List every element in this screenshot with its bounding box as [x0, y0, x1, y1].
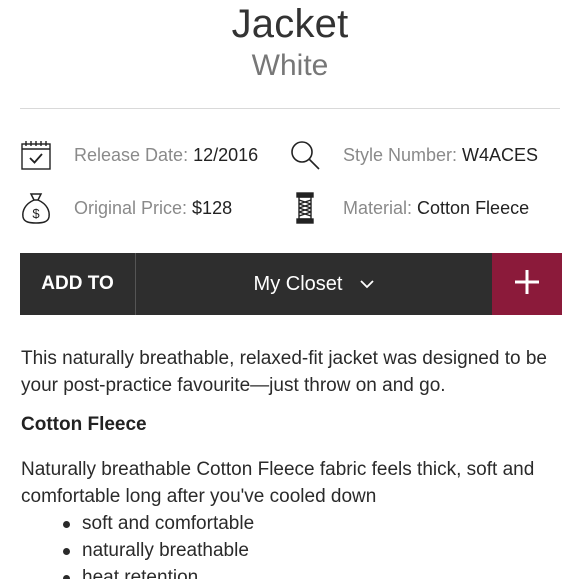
feature-list: soft and comfortable naturally breathabl…	[60, 510, 254, 579]
thread-spool-icon	[289, 191, 321, 225]
style-number-row: Style Number: W4ACES	[289, 138, 538, 172]
closet-select[interactable]: My Closet	[136, 253, 492, 315]
style-number-value: W4ACES	[462, 144, 539, 165]
add-to-closet-button[interactable]	[492, 253, 562, 315]
release-date-value: 12/2016	[193, 144, 259, 165]
money-bag-icon: $	[20, 191, 52, 225]
svg-text:$: $	[32, 206, 40, 221]
search-icon	[289, 138, 321, 172]
material-value: Cotton Fleece	[417, 197, 530, 218]
feature-item: naturally breathable	[60, 537, 254, 564]
product-color: White	[251, 49, 329, 82]
closet-select-value: My Closet	[253, 272, 343, 295]
plus-icon	[514, 269, 540, 300]
feature-item: soft and comfortable	[60, 510, 254, 537]
product-description: This naturally breathable, relaxed-fit j…	[21, 348, 547, 396]
product-title: Jacket	[231, 2, 349, 46]
fabric-description: Naturally breathable Cotton Fleece fabri…	[21, 459, 535, 507]
release-date-label: Release Date:	[74, 144, 189, 165]
release-date-row: Release Date: 12/2016	[20, 138, 258, 172]
material-label: Material:	[343, 197, 413, 218]
original-price-label: Original Price:	[74, 197, 188, 218]
original-price-row: $ Original Price: $128	[20, 191, 232, 225]
fabric-section-title: Cotton Fleece	[21, 414, 147, 435]
material-row: Material: Cotton Fleece	[289, 191, 529, 225]
add-to-bar: ADD TO My Closet	[20, 253, 562, 315]
divider	[20, 108, 560, 109]
style-number-label: Style Number:	[343, 144, 458, 165]
original-price-value: $128	[192, 197, 233, 218]
feature-item: heat retention	[60, 564, 254, 579]
chevron-down-icon	[360, 279, 375, 289]
calendar-icon	[20, 138, 52, 172]
add-to-label: ADD TO	[20, 253, 136, 315]
